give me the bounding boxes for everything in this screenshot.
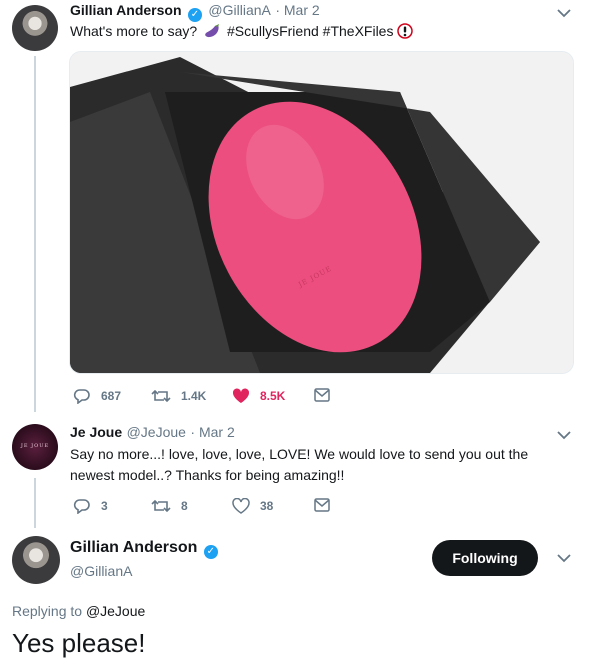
retweet-icon: [151, 389, 171, 403]
like-count: 8.5K: [260, 389, 286, 403]
reply-count: 3: [101, 499, 108, 513]
replying-to-handle[interactable]: @JeJoue: [86, 603, 145, 619]
display-name[interactable]: Je Joue: [70, 424, 122, 440]
replying-prefix: Replying to: [12, 603, 83, 619]
retweet-count: 8: [181, 499, 188, 513]
exclamation-icon: [397, 23, 414, 39]
envelope-icon: [314, 498, 330, 512]
handle[interactable]: @JeJoue: [127, 424, 186, 440]
tweet-text-part: What's more to say?: [70, 23, 198, 39]
retweet-button[interactable]: 1.4K: [151, 388, 206, 404]
verified-icon: ✓: [203, 545, 218, 559]
heart-icon: [232, 498, 250, 514]
tweet-header: Je Joue @JeJoue · Mar 2: [70, 424, 235, 442]
like-count: 38: [260, 499, 274, 513]
eggplant-icon: [205, 24, 220, 38]
heart-filled-icon: [232, 388, 250, 403]
retweet-button[interactable]: 8: [151, 498, 188, 514]
tweet-date[interactable]: · Mar 2: [190, 424, 234, 440]
tweet-media[interactable]: JE JOUE: [69, 51, 574, 374]
tweet-text: What's more to say? #ScullysFriend #TheX…: [70, 21, 414, 42]
handle[interactable]: @GillianA: [208, 2, 270, 18]
following-button[interactable]: Following: [432, 540, 538, 576]
tweet-date[interactable]: · Mar 2: [275, 2, 319, 18]
message-button[interactable]: [314, 388, 340, 402]
chevron-down-icon[interactable]: [557, 8, 571, 18]
reply-button[interactable]: 3: [73, 498, 108, 514]
tweet-header: Gillian Anderson ✓ @GillianA · Mar 2: [70, 2, 320, 22]
handle[interactable]: @GillianA: [70, 563, 132, 579]
reply-icon: [73, 389, 90, 404]
reply-count: 687: [101, 389, 122, 403]
reply-icon: [73, 499, 90, 514]
thread-line: [34, 56, 36, 412]
avatar[interactable]: [12, 536, 60, 584]
replying-to: Replying to @JeJoue: [12, 603, 145, 619]
avatar-label: JE JOUE: [20, 443, 50, 449]
display-name[interactable]: Gillian Anderson: [70, 539, 197, 556]
tweet-text: Yes please!: [12, 628, 146, 658]
retweet-count: 1.4K: [181, 389, 207, 403]
verified-icon: ✓: [187, 8, 202, 22]
message-button[interactable]: [314, 498, 340, 512]
envelope-icon: [314, 388, 330, 402]
avatar[interactable]: [12, 5, 58, 51]
tweet-header: Gillian Anderson ✓: [70, 539, 220, 559]
avatar[interactable]: JE JOUE: [12, 424, 58, 470]
media-image: JE JOUE: [70, 52, 573, 373]
display-name[interactable]: Gillian Anderson: [70, 2, 182, 18]
hashtags[interactable]: #ScullysFriend #TheXFiles: [227, 23, 394, 39]
thread-line: [34, 478, 36, 528]
like-button[interactable]: 38: [232, 498, 273, 514]
chevron-down-icon[interactable]: [557, 430, 571, 440]
reply-button[interactable]: 687: [73, 388, 121, 404]
like-button[interactable]: 8.5K: [232, 388, 285, 404]
chevron-down-icon[interactable]: [557, 553, 571, 563]
tweet-text: Say no more...! love, love, love, LOVE! …: [70, 446, 529, 483]
retweet-icon: [151, 499, 171, 513]
